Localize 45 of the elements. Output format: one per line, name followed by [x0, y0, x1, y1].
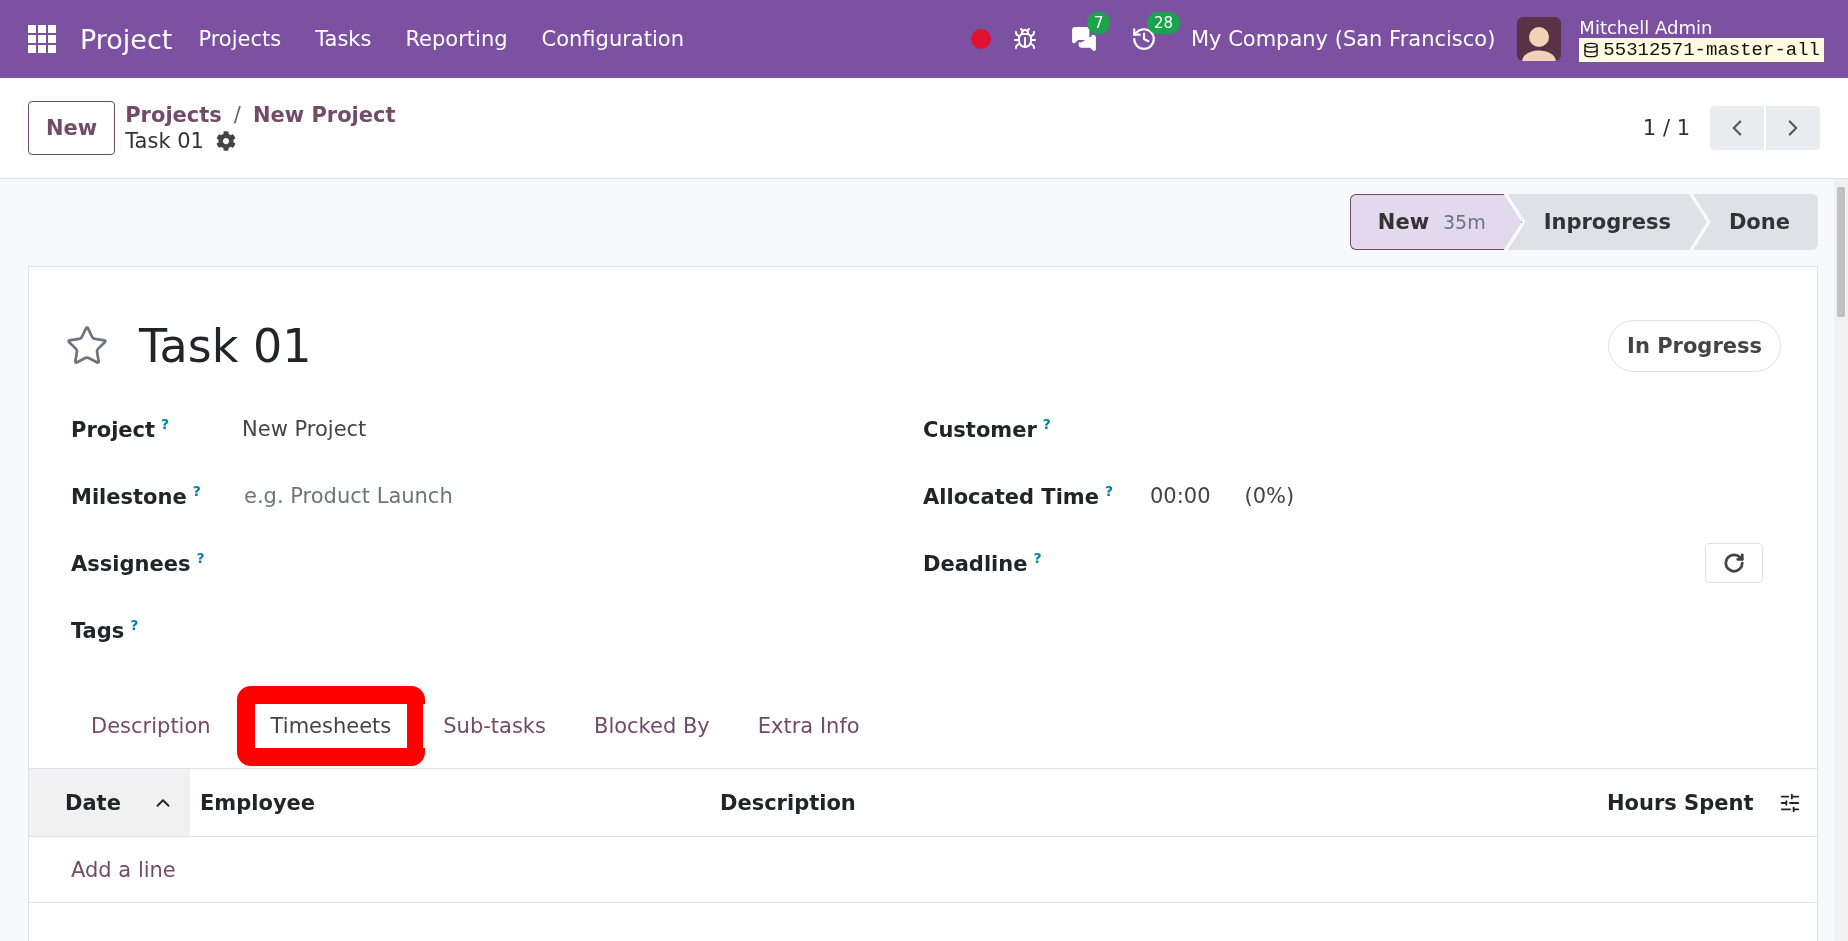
field-label: Project $^{?}$ [71, 415, 171, 442]
menu-item[interactable]: Projects [198, 27, 282, 51]
task-title: Task 01 [139, 319, 313, 373]
field-label: Assignees $^{?}$ [71, 549, 206, 576]
sliders-icon[interactable] [1779, 791, 1801, 814]
chat-icon[interactable] [1070, 26, 1097, 52]
menu-item[interactable]: Reporting [405, 27, 508, 51]
refresh-icon [1723, 551, 1745, 574]
clock-icon[interactable] [1130, 26, 1157, 52]
pager-value: 1 / 1 [1642, 116, 1690, 140]
apps-grid-icon[interactable] [28, 25, 56, 53]
database-name: 55312571-master-all [1579, 37, 1824, 62]
refresh-button[interactable] [1705, 542, 1763, 583]
app-name[interactable]: Project [80, 23, 173, 55]
field-label: Deadline $^{?}$ [923, 549, 1043, 576]
field-label: Milestone $^{?}$ [71, 482, 202, 509]
stage-button[interactable]: Done [1692, 194, 1818, 250]
scrollbar[interactable] [1834, 179, 1848, 941]
menu-item[interactable]: Configuration [541, 27, 684, 51]
activities-count: 28 [1146, 12, 1180, 34]
field-label: Allocated Time $^{?}$ [923, 482, 1115, 509]
stage-button[interactable]: New 35m [1349, 194, 1522, 250]
field-label: Tags $^{?}$ [71, 616, 140, 643]
user-name[interactable]: Mitchell Admin [1579, 16, 1824, 38]
database-icon [1583, 41, 1600, 58]
percentage-text: (0%) [1244, 483, 1295, 508]
stage-button[interactable]: Inprogress [1507, 194, 1707, 250]
company-switcher[interactable]: My Company (San Francisco) [1190, 27, 1496, 51]
settings-icon[interactable] [215, 131, 236, 151]
bug-icon[interactable] [1012, 27, 1037, 51]
breadcrumb-link[interactable]: New Project [252, 103, 396, 127]
user-avatar[interactable] [1517, 17, 1562, 61]
record-name: Task 01 [125, 129, 204, 153]
field-value[interactable]: 00:00 [1150, 483, 1211, 508]
new-button[interactable]: New [28, 101, 116, 155]
record-dot-icon[interactable] [970, 29, 991, 49]
messages-count: 7 [1086, 12, 1111, 34]
add-line-link[interactable]: Add a line [71, 857, 176, 882]
column-header[interactable]: Date [29, 769, 190, 836]
state-button[interactable]: In Progress [1608, 320, 1781, 372]
breadcrumb-separator: / [233, 103, 241, 127]
field-value[interactable]: New Project [242, 416, 367, 441]
breadcrumb-link[interactable]: Projects [125, 103, 222, 127]
menu-item[interactable]: Tasks [315, 27, 372, 51]
field-label: Customer $^{?}$ [923, 415, 1052, 442]
